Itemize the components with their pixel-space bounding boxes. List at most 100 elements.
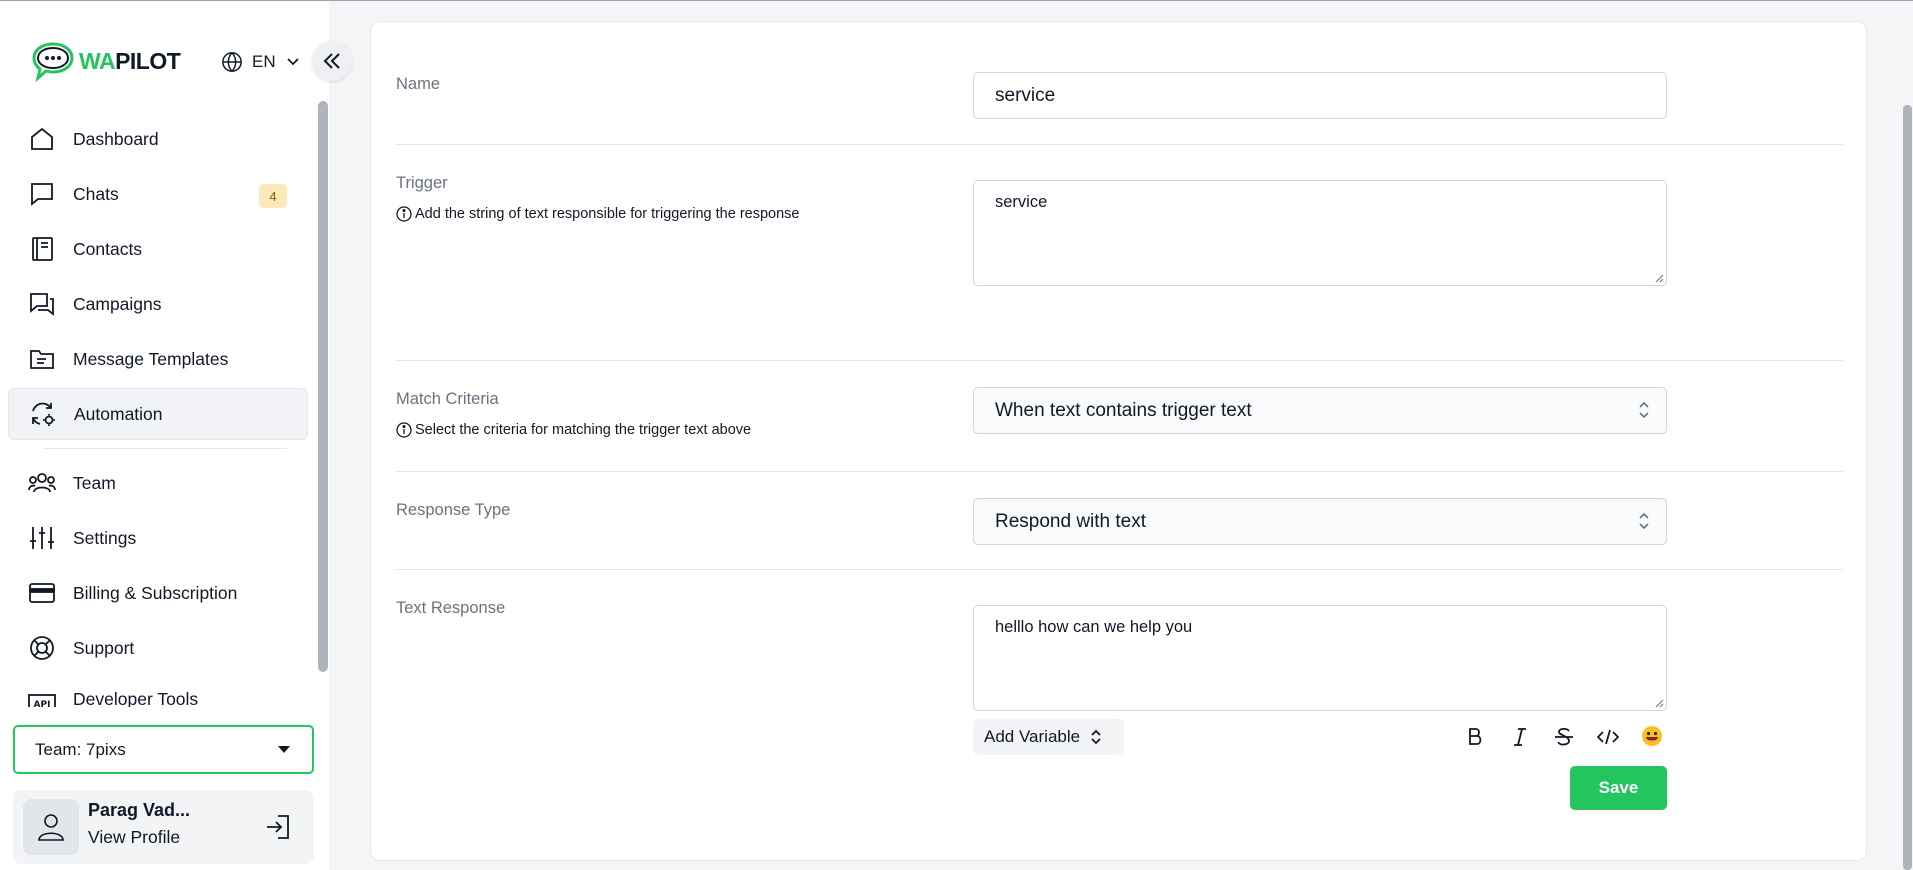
trigger-textarea[interactable]: service — [973, 180, 1667, 286]
sidebar-scrollbar[interactable] — [316, 101, 328, 675]
strikethrough-icon[interactable] — [1553, 727, 1575, 747]
profile-name: Parag Vad... — [88, 800, 191, 820]
response-type-select[interactable]: Respond with text — [973, 498, 1667, 545]
sidebar-item-label: Team — [73, 472, 116, 493]
row-divider — [396, 471, 1843, 472]
brand-wa: WA — [79, 47, 116, 74]
credit-card-icon — [28, 579, 56, 607]
avatar[interactable] — [23, 799, 79, 855]
sidebar-scroll-thumb[interactable] — [318, 101, 328, 672]
sidebar-item-settings[interactable]: Settings — [8, 512, 308, 564]
sidebar-item-developer-tools[interactable]: API Developer Tools — [8, 677, 308, 707]
sidebar-item-label: Campaigns — [73, 293, 162, 314]
select-updown-icon — [1639, 512, 1649, 530]
sidebar-item-contacts[interactable]: Contacts — [8, 223, 308, 275]
chat-icon — [28, 180, 56, 208]
lifebuoy-icon — [28, 634, 56, 662]
trigger-hint-text: Add the string of text responsible for t… — [415, 206, 800, 222]
trigger-textarea-value: service — [995, 193, 1048, 211]
sidebar-item-automation[interactable]: Automation — [8, 388, 308, 440]
row-divider — [396, 360, 1843, 361]
view-profile-link[interactable]: View Profile — [88, 827, 180, 848]
response-type-label: Response Type — [396, 501, 511, 519]
collapse-sidebar-button[interactable] — [312, 41, 352, 81]
match-criteria-value: When text contains trigger text — [995, 400, 1252, 421]
campaigns-icon — [28, 290, 56, 318]
save-button-label: Save — [1598, 778, 1639, 797]
resize-handle-icon[interactable] — [1654, 698, 1664, 708]
sidebar-item-team[interactable]: Team — [8, 457, 308, 509]
sidebar-item-label: Developer Tools — [73, 689, 199, 707]
svg-text:API: API — [34, 700, 51, 707]
sidebar-item-dashboard[interactable]: Dashboard — [8, 113, 308, 165]
match-criteria-select[interactable]: When text contains trigger text — [973, 387, 1667, 434]
api-icon: API — [28, 689, 56, 707]
globe-icon — [222, 51, 242, 73]
chevron-updown-icon — [1091, 729, 1101, 745]
sliders-icon — [28, 524, 56, 552]
brand-logo[interactable]: WAPILOT — [31, 40, 181, 82]
template-folder-icon — [28, 345, 56, 373]
team-select-value: Team: 7pixs — [35, 739, 126, 759]
bold-icon[interactable] — [1465, 727, 1485, 747]
text-response-value: helllo how can we help you — [995, 618, 1193, 636]
language-selector[interactable]: EN — [221, 51, 300, 73]
trigger-hint: Add the string of text responsible for t… — [396, 206, 799, 222]
emoji-icon[interactable] — [1641, 725, 1663, 747]
code-icon[interactable] — [1597, 727, 1619, 747]
brand-name: WAPILOT — [79, 47, 181, 75]
save-button[interactable]: Save — [1570, 766, 1667, 810]
name-input-value: service — [995, 85, 1056, 106]
profile-card: Parag Vad... View Profile — [13, 790, 314, 864]
sidebar-item-label: Chats — [73, 183, 119, 204]
chat-bubble-logo-icon — [32, 42, 74, 82]
page-scrollbar[interactable] — [1903, 105, 1912, 870]
user-icon — [38, 814, 64, 841]
match-criteria-hint-text: Select the criteria for matching the tri… — [415, 422, 752, 438]
team-select[interactable]: Team: 7pixs — [13, 725, 314, 774]
sidebar-item-label: Billing & Subscription — [73, 582, 238, 603]
nav-divider — [43, 448, 287, 449]
add-variable-button[interactable]: Add Variable — [973, 719, 1124, 755]
contacts-book-icon — [28, 235, 56, 263]
sidebar-item-chats[interactable]: Chats 4 — [8, 168, 308, 220]
logout-icon[interactable] — [264, 813, 292, 841]
match-criteria-label: Match Criteria — [396, 390, 499, 408]
sidebar-item-support[interactable]: Support — [8, 622, 308, 674]
language-label: EN — [252, 52, 276, 71]
team-icon — [28, 469, 56, 497]
brand-pilot: PILOT — [115, 47, 181, 74]
sidebar-item-label: Contacts — [73, 238, 143, 259]
chevron-down-icon — [286, 58, 299, 66]
sidebar-item-campaigns[interactable]: Campaigns — [8, 278, 308, 330]
sidebar-item-label: Message Templates — [73, 348, 229, 369]
automation-icon — [29, 400, 57, 428]
home-icon — [28, 125, 56, 153]
select-updown-icon — [1639, 401, 1649, 419]
resize-handle-icon[interactable] — [1654, 273, 1664, 283]
row-divider — [396, 144, 1843, 145]
sidebar-item-billing[interactable]: Billing & Subscription — [8, 567, 308, 619]
add-variable-label: Add Variable — [984, 727, 1081, 746]
sidebar-item-message-templates[interactable]: Message Templates — [8, 333, 308, 385]
row-divider — [396, 569, 1843, 570]
sidebar-item-label: Automation — [74, 403, 163, 424]
trigger-label: Trigger — [396, 174, 448, 192]
text-response-label: Text Response — [396, 599, 506, 617]
italic-icon[interactable] — [1510, 727, 1530, 747]
sidebar-item-label: Settings — [73, 527, 137, 548]
sidebar-item-label: Support — [73, 637, 135, 658]
name-label: Name — [396, 75, 441, 93]
match-criteria-hint: Select the criteria for matching the tri… — [396, 422, 751, 438]
response-type-value: Respond with text — [995, 511, 1147, 532]
sidebar-item-label: Dashboard — [73, 128, 159, 149]
sidebar: WAPILOT EN Dashboard Chats 4 Contacts Ca… — [0, 1, 329, 870]
name-input[interactable]: service — [973, 72, 1667, 119]
text-response-textarea[interactable]: helllo how can we help you — [973, 605, 1667, 711]
info-icon — [396, 422, 412, 438]
automation-form-card: Name service Trigger Add the string of t… — [370, 21, 1867, 861]
unread-count-badge: 4 — [259, 184, 287, 208]
double-chevron-left-icon — [323, 53, 340, 69]
caret-down-icon — [278, 746, 290, 753]
info-icon — [396, 206, 412, 222]
